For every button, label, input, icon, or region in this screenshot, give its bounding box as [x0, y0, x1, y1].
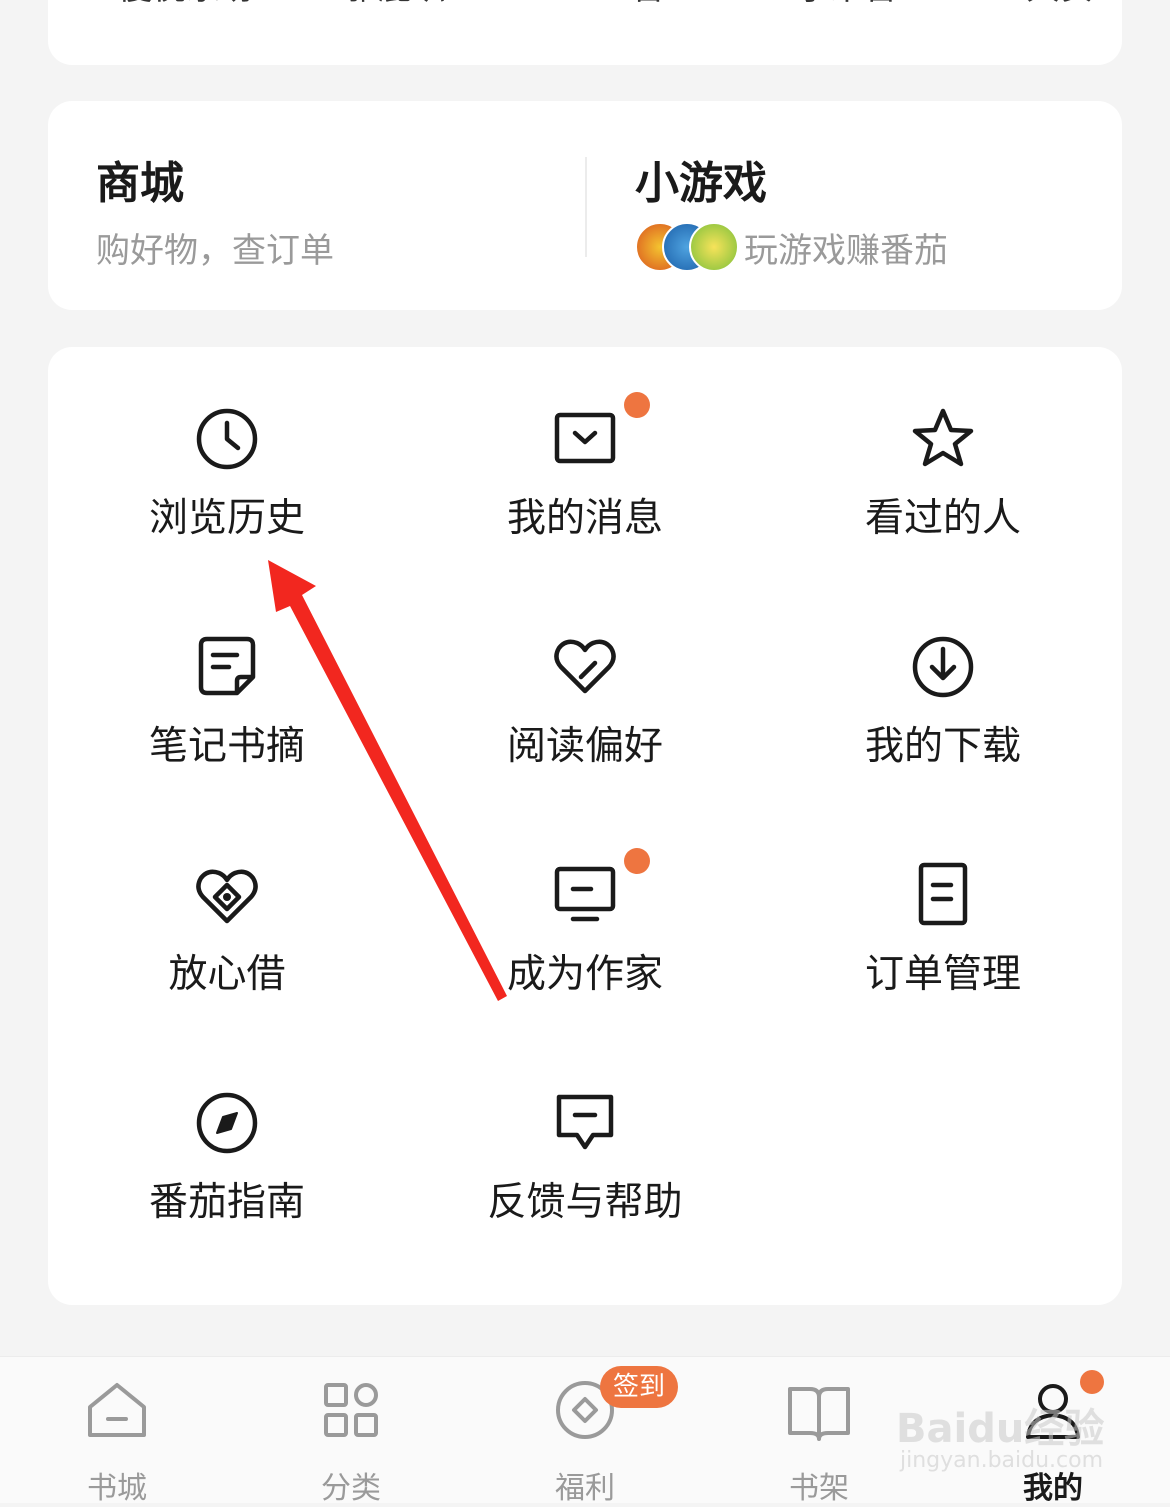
menu-item-my-downloads[interactable]: 我的下载 — [764, 595, 1122, 823]
menu-item-notes[interactable]: 笔记书摘 — [48, 595, 406, 823]
menu-item-label: 我的下载 — [864, 724, 1021, 769]
menu-item-reading-preference[interactable]: 阅读偏好 — [406, 595, 764, 823]
menu-item-orders[interactable]: 订单管理 — [764, 823, 1122, 1051]
recommend-item[interactable]: 優悦家纺 — [118, 0, 254, 9]
tab-label: 书城 — [87, 1471, 147, 1506]
tab-bookstore[interactable]: 书城 — [0, 1357, 234, 1506]
menu-item-label: 成为作家 — [506, 952, 663, 997]
recommend-item[interactable]: 小米言… — [796, 0, 932, 9]
mall-entry[interactable]: 商城 购好物，查订单 — [48, 101, 585, 310]
menu-item-visitors[interactable]: 看过的人 — [764, 367, 1122, 595]
mall-subtitle: 购好物，查订单 — [96, 231, 334, 271]
watermark-logo: Baidu经验 — [896, 1406, 1105, 1452]
loan-icon — [196, 869, 258, 924]
grid-icon — [324, 1383, 378, 1437]
mall-game-card: 商城 购好物，查订单 小游戏 玩游戏赚番茄 — [48, 101, 1122, 310]
home-icon — [88, 1383, 146, 1437]
menu-item-label: 番茄指南 — [148, 1180, 305, 1225]
menu-item-label: 放心借 — [168, 952, 286, 997]
monitor-icon — [554, 866, 616, 922]
mini-game-subtitle: 玩游戏赚番茄 — [744, 231, 948, 271]
tab-label: 分类 — [321, 1471, 381, 1506]
mini-game-entry[interactable]: 小游戏 — [587, 101, 1122, 310]
message-icon — [554, 412, 616, 464]
menu-item-browse-history[interactable]: 浏览历史 — [48, 367, 406, 595]
menu-item-feedback[interactable]: 反馈与帮助 — [406, 1051, 764, 1279]
clock-icon — [196, 408, 258, 470]
order-icon — [918, 862, 968, 926]
recommend-list-card: 優悦家纺 雅鹿织… TCL言… 小米言… 大安… — [48, 0, 1128, 65]
menu-item-my-messages[interactable]: 我的消息 — [406, 367, 764, 595]
watermark-url: jingyan.baidu.com — [900, 1448, 1104, 1473]
menu-item-label: 浏览历史 — [148, 496, 305, 541]
notification-dot — [624, 848, 650, 874]
compass-icon — [196, 1092, 258, 1154]
menu-item-label: 笔记书摘 — [148, 724, 305, 769]
notification-dot — [1080, 1370, 1104, 1394]
notification-dot — [624, 392, 650, 418]
feedback-icon — [556, 1094, 614, 1150]
tab-category[interactable]: 分类 — [234, 1357, 468, 1506]
sign-in-badge[interactable]: 签到 — [600, 1366, 678, 1408]
menu-item-label: 我的消息 — [506, 496, 663, 541]
menu-item-label: 阅读偏好 — [506, 724, 663, 769]
menu-item-guide[interactable]: 番茄指南 — [48, 1051, 406, 1279]
recommend-item[interactable]: 大安… — [1026, 0, 1128, 9]
mini-game-title: 小游戏 — [635, 158, 767, 209]
recommend-item[interactable]: 雅鹿织… — [344, 0, 480, 9]
game-thumbnail-icon — [689, 222, 739, 272]
menu-item-label: 看过的人 — [864, 496, 1021, 541]
game-thumbnails — [635, 222, 739, 272]
tab-label: 福利 — [555, 1471, 615, 1506]
download-icon — [912, 636, 974, 698]
menu-item-label: 订单管理 — [864, 952, 1021, 997]
heart-icon — [554, 639, 616, 694]
menu-item-loan[interactable]: 放心借 — [48, 823, 406, 1051]
recommend-item[interactable]: TCL言… — [570, 0, 699, 9]
book-icon — [788, 1387, 850, 1441]
star-icon — [912, 408, 974, 467]
note-icon — [198, 636, 256, 696]
menu-grid-card: 浏览历史 我的消息 看过的人 笔记书摘 阅读偏好 我的下载 放心借 成为作家 订… — [48, 347, 1122, 1305]
menu-item-label: 反馈与帮助 — [487, 1180, 683, 1225]
menu-item-become-writer[interactable]: 成为作家 — [406, 823, 764, 1051]
mall-title: 商城 — [96, 158, 184, 209]
